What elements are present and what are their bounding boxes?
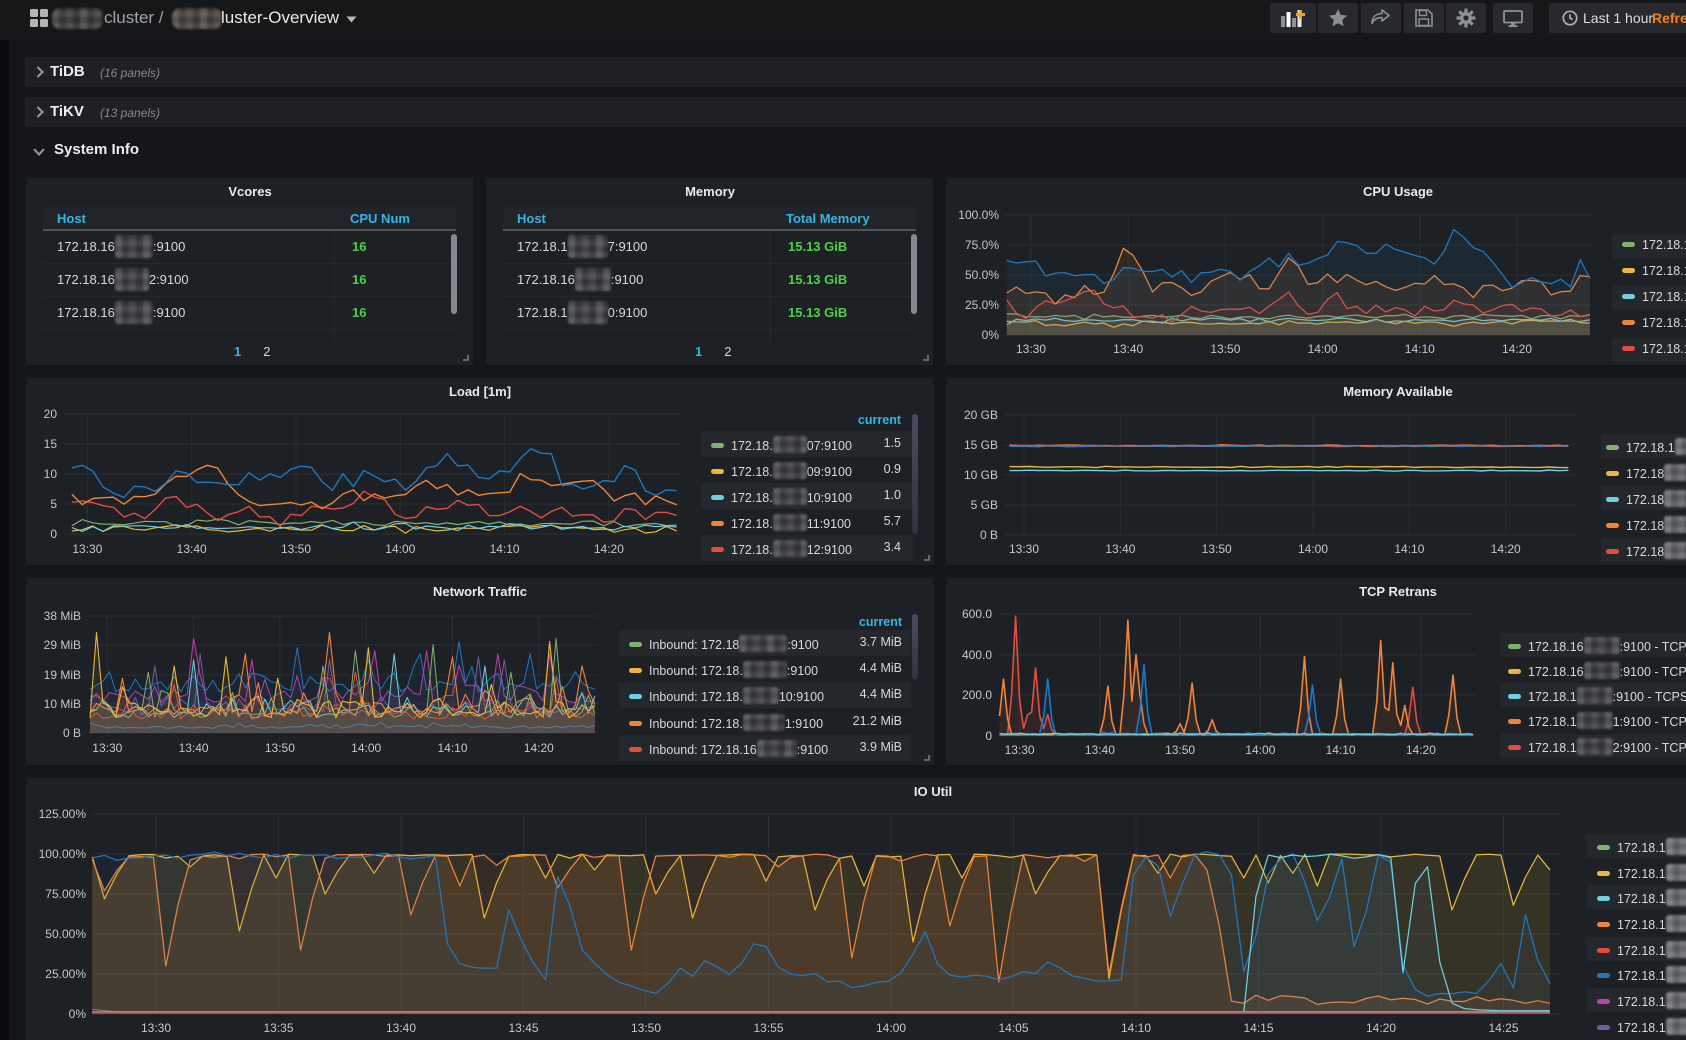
- svg-text:13:30: 13:30: [141, 1021, 171, 1035]
- svg-text:14:10: 14:10: [490, 542, 520, 556]
- svg-text:15 GB: 15 GB: [964, 438, 998, 452]
- svg-text:0%: 0%: [69, 1007, 87, 1021]
- svg-text:10 GB: 10 GB: [964, 468, 998, 482]
- svg-text:14:10: 14:10: [1394, 542, 1424, 556]
- svg-text:10 MiB: 10 MiB: [44, 697, 81, 711]
- svg-text:50.00%: 50.00%: [45, 927, 86, 941]
- svg-text:14:20: 14:20: [1491, 542, 1521, 556]
- svg-text:50.0%: 50.0%: [965, 268, 999, 282]
- svg-text:19 MiB: 19 MiB: [44, 668, 81, 682]
- svg-text:14:00: 14:00: [1308, 342, 1338, 356]
- svg-text:5 GB: 5 GB: [971, 498, 998, 512]
- svg-text:13:45: 13:45: [508, 1021, 538, 1035]
- svg-text:13:40: 13:40: [386, 1021, 416, 1035]
- svg-text:15: 15: [44, 437, 58, 451]
- svg-text:13:50: 13:50: [1210, 342, 1240, 356]
- svg-text:5: 5: [50, 497, 57, 511]
- svg-text:14:00: 14:00: [385, 542, 415, 556]
- svg-text:75.00%: 75.00%: [45, 887, 86, 901]
- svg-text:29 MiB: 29 MiB: [44, 638, 81, 652]
- svg-text:13:40: 13:40: [1105, 542, 1135, 556]
- svg-text:200.0: 200.0: [962, 688, 992, 702]
- svg-text:14:20: 14:20: [524, 741, 554, 755]
- svg-text:0 B: 0 B: [63, 726, 81, 740]
- svg-text:13:50: 13:50: [265, 741, 295, 755]
- svg-text:0 B: 0 B: [980, 528, 998, 542]
- svg-text:13:30: 13:30: [92, 741, 122, 755]
- svg-text:13:50: 13:50: [281, 542, 311, 556]
- svg-text:13:55: 13:55: [753, 1021, 783, 1035]
- svg-text:13:40: 13:40: [1113, 342, 1143, 356]
- svg-text:14:00: 14:00: [1298, 542, 1328, 556]
- svg-text:14:20: 14:20: [594, 542, 624, 556]
- svg-text:14:00: 14:00: [351, 741, 381, 755]
- svg-text:13:30: 13:30: [1005, 743, 1035, 757]
- svg-text:13:35: 13:35: [263, 1021, 293, 1035]
- svg-text:0%: 0%: [982, 328, 1000, 342]
- svg-text:13:40: 13:40: [179, 741, 209, 755]
- svg-text:14:00: 14:00: [876, 1021, 906, 1035]
- svg-text:125.00%: 125.00%: [39, 807, 87, 821]
- svg-text:75.0%: 75.0%: [965, 238, 999, 252]
- svg-text:10: 10: [44, 467, 58, 481]
- svg-text:0: 0: [50, 527, 57, 541]
- svg-text:14:25: 14:25: [1488, 1021, 1518, 1035]
- svg-text:100.00%: 100.00%: [39, 847, 87, 861]
- svg-text:25.00%: 25.00%: [45, 967, 86, 981]
- svg-text:13:50: 13:50: [1202, 542, 1232, 556]
- svg-text:0: 0: [985, 729, 992, 743]
- svg-text:13:30: 13:30: [1009, 542, 1039, 556]
- svg-text:14:05: 14:05: [998, 1021, 1028, 1035]
- svg-text:13:50: 13:50: [631, 1021, 661, 1035]
- svg-text:400.0: 400.0: [962, 648, 992, 662]
- svg-text:100.0%: 100.0%: [958, 208, 999, 222]
- svg-text:13:50: 13:50: [1165, 743, 1195, 757]
- svg-text:13:30: 13:30: [72, 542, 102, 556]
- svg-text:13:30: 13:30: [1016, 342, 1046, 356]
- svg-text:25.0%: 25.0%: [965, 298, 999, 312]
- svg-text:13:40: 13:40: [1085, 743, 1115, 757]
- svg-text:13:40: 13:40: [177, 542, 207, 556]
- svg-text:20 GB: 20 GB: [964, 408, 998, 422]
- svg-text:14:20: 14:20: [1366, 1021, 1396, 1035]
- svg-text:14:10: 14:10: [1326, 743, 1356, 757]
- svg-text:14:15: 14:15: [1243, 1021, 1273, 1035]
- svg-text:14:10: 14:10: [1121, 1021, 1151, 1035]
- svg-text:14:20: 14:20: [1406, 743, 1436, 757]
- svg-text:14:10: 14:10: [1405, 342, 1435, 356]
- svg-text:14:10: 14:10: [437, 741, 467, 755]
- svg-text:14:00: 14:00: [1245, 743, 1275, 757]
- svg-text:14:20: 14:20: [1502, 342, 1532, 356]
- svg-text:600.0: 600.0: [962, 607, 992, 621]
